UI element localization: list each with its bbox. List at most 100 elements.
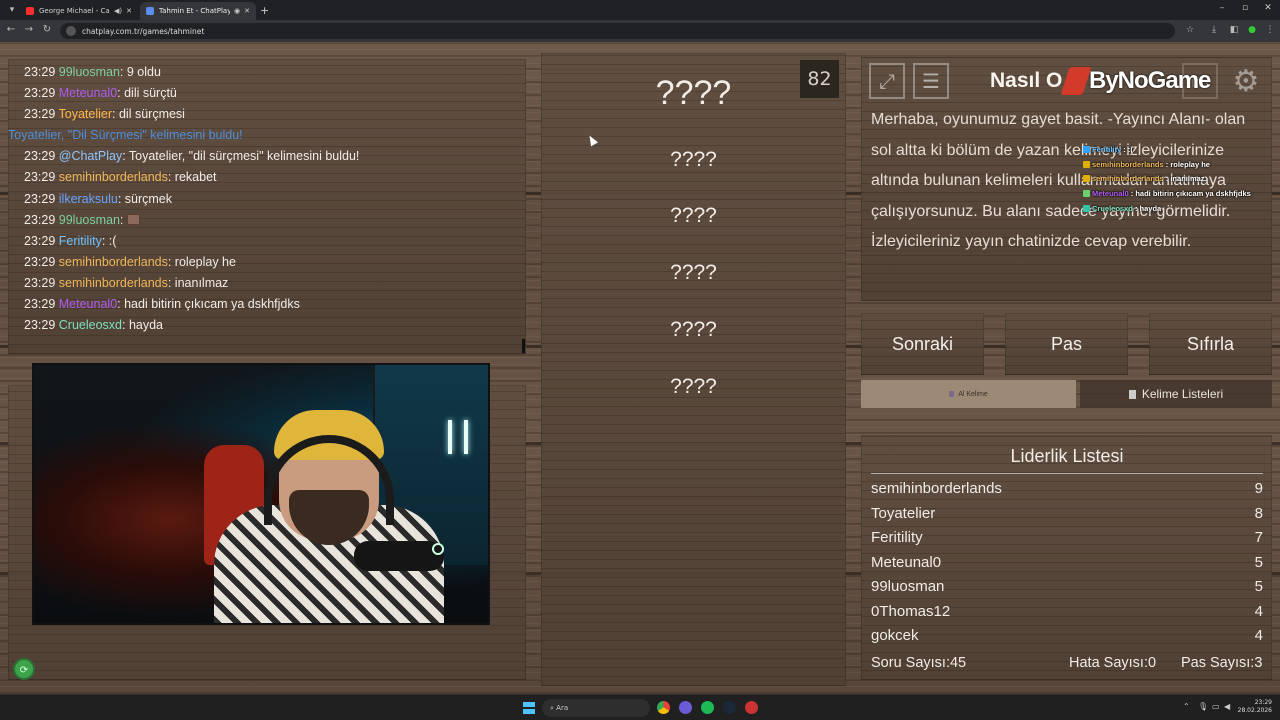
player-score: 7 xyxy=(1254,529,1263,546)
reload-icon[interactable]: ↻ xyxy=(40,24,54,35)
stream-chat-overlay: Feritility : :( semihinborderlands : role… xyxy=(1083,143,1278,216)
forbidden-word: ???? xyxy=(670,204,717,227)
chat-username[interactable]: Meteunal0 xyxy=(59,297,117,311)
chat-username[interactable]: semihinborderlands xyxy=(59,170,168,184)
tray-chevron-icon[interactable]: ⌃ xyxy=(1183,702,1190,711)
chat-text: : roleplay he xyxy=(167,254,236,269)
target-word: ???? xyxy=(655,74,732,112)
taskbar-search[interactable]: ⌕ Ara xyxy=(542,699,650,717)
chat-username[interactable]: semihinborderlands xyxy=(59,276,168,290)
leaderboard-row: Meteunal0 5 xyxy=(871,551,1263,576)
address-bar[interactable]: chatplay.com.tr/games/tahminet xyxy=(60,23,1175,39)
overlay-text: : :( xyxy=(1121,145,1133,154)
maximize-icon[interactable]: ▫ xyxy=(1235,3,1255,13)
more-menu-icon[interactable]: ⋮ xyxy=(1264,25,1276,35)
tab-search-menu-icon[interactable]: ▾ xyxy=(4,3,20,17)
chat-username[interactable]: Meteunal0 xyxy=(59,86,117,100)
bynogame-logo: ByNoGame xyxy=(1060,65,1211,97)
document-icon[interactable]: ☰ xyxy=(913,63,949,99)
leaderboard-row: semihinborderlands 9 xyxy=(871,477,1263,502)
chat-username[interactable]: Feritility xyxy=(59,234,102,248)
chat-badge-icon xyxy=(1083,190,1090,198)
minimize-icon[interactable]: – xyxy=(1212,3,1232,13)
taskbar-clock[interactable]: 23:29 28.02.2026 xyxy=(1236,699,1272,715)
errors-count: Hata Sayısı:0 xyxy=(1069,655,1157,671)
pass-button[interactable]: Pas xyxy=(1005,313,1128,375)
mic-icon[interactable]: 🎙 xyxy=(1198,702,1208,711)
player-name: 0Thomas12 xyxy=(871,602,951,620)
forward-icon[interactable]: → xyxy=(22,24,36,35)
volume-icon[interactable]: ◀ xyxy=(1224,702,1230,711)
overlay-username: Feritility xyxy=(1092,145,1122,154)
chrome-icon[interactable] xyxy=(657,701,670,714)
chat-message: 23:29 Toyatelier: dil sürçmesi xyxy=(24,104,526,125)
chat-time: 23:29 xyxy=(24,86,56,101)
forbidden-word: ???? xyxy=(670,261,717,284)
chat-scrollbar[interactable] xyxy=(522,339,525,353)
chat-lines: 23:29 99luosman: 9 oldu 23:29 Meteunal0: … xyxy=(8,62,526,336)
chat-message: 23:29 @ChatPlay: Toyatelier, "dil sürçme… xyxy=(24,146,526,167)
leaderboard-row: Feritility 7 xyxy=(871,526,1263,551)
forbidden-word: ???? xyxy=(670,375,717,398)
chat-username[interactable]: 99luosman xyxy=(59,65,120,79)
back-icon[interactable]: ← xyxy=(4,24,18,35)
chat-username[interactable]: @ChatPlay xyxy=(59,149,122,163)
profile-icon[interactable]: ● xyxy=(1246,25,1258,35)
bookmark-star-icon[interactable]: ☆ xyxy=(1184,25,1196,35)
download-icon[interactable]: ⤓ xyxy=(1208,25,1220,35)
status-badge-icon[interactable]: ⟳ xyxy=(13,658,35,680)
player-score: 4 xyxy=(1254,602,1263,620)
clock-date: 28.02.2026 xyxy=(1237,707,1272,714)
spotify-icon[interactable] xyxy=(701,701,714,714)
site-info-icon[interactable] xyxy=(66,26,76,36)
get-word-button[interactable]: Al Kelime xyxy=(861,380,1076,408)
gear-icon[interactable]: ⚙ xyxy=(1228,64,1264,100)
steam-icon[interactable] xyxy=(723,701,736,714)
chatplay-favicon-icon xyxy=(146,7,154,15)
overlay-text: : hayda xyxy=(1132,203,1162,213)
leaderboard-row: 99luosman 5 xyxy=(871,575,1263,600)
overlay-chat-message: Crueleosxd : hayda xyxy=(1083,202,1278,217)
audio-icon[interactable]: ◀) xyxy=(114,7,122,15)
tab-chatplay[interactable]: Tahmin Et - ChatPlay ◉ ✕ xyxy=(140,2,256,20)
chat-text: : :( xyxy=(101,233,117,248)
forbidden-word: ???? xyxy=(670,318,717,341)
chat-username[interactable]: Crueleosxd xyxy=(59,318,122,332)
browser-toolbar: ← → ↻ chatplay.com.tr/games/tahminet ☆ ⤓… xyxy=(0,20,1280,42)
overlay-chat-message: semihinborderlands : inanılmaz xyxy=(1083,172,1278,187)
emote-icon xyxy=(126,213,140,225)
chat-time: 23:29 xyxy=(24,170,56,185)
chat-time: 23:29 xyxy=(24,149,56,164)
start-menu-icon[interactable] xyxy=(523,702,535,714)
chat-username[interactable]: ilkeraksulu xyxy=(59,192,118,206)
leaderboard-row: Toyatelier 8 xyxy=(871,502,1263,527)
bynogame-logo-text: ByNoGame xyxy=(1089,67,1211,94)
overlay-text: : inanılmaz xyxy=(1163,174,1205,184)
chat-message: 23:29 Feritility: :( xyxy=(24,231,526,252)
app-icon[interactable] xyxy=(679,701,692,714)
chat-panel[interactable]: 23:29 99luosman: 9 oldu 23:29 Meteunal0: … xyxy=(8,59,526,354)
chat-username[interactable]: 99luosman xyxy=(59,213,120,227)
chat-badge-icon xyxy=(1083,146,1090,153)
chat-username[interactable]: Toyatelier xyxy=(59,107,113,121)
network-icon[interactable]: ▭ xyxy=(1212,702,1220,711)
extensions-icon[interactable]: ◧ xyxy=(1228,25,1240,35)
close-tab-icon[interactable]: ✕ xyxy=(126,7,132,15)
reset-button[interactable]: Sıfırla xyxy=(1149,313,1272,375)
word-lists-button[interactable]: Kelime Listeleri xyxy=(1080,380,1272,408)
chat-message: 23:29 Meteunal0: dili sürçtü xyxy=(24,83,526,104)
close-window-icon[interactable]: ✕ xyxy=(1258,3,1278,13)
obs-icon[interactable] xyxy=(745,701,758,714)
chat-time: 23:29 xyxy=(24,275,56,290)
close-tab-icon[interactable]: ✕ xyxy=(244,7,250,15)
new-tab-icon[interactable]: + xyxy=(260,4,269,17)
overlay-text: : roleplay he xyxy=(1163,159,1210,169)
chat-username[interactable]: semihinborderlands xyxy=(59,255,168,269)
youtube-favicon-icon xyxy=(26,7,34,15)
player-score: 4 xyxy=(1254,627,1263,644)
fullscreen-icon[interactable]: ⤢ xyxy=(869,63,905,99)
chat-badge-icon xyxy=(1083,160,1090,168)
tab-youtube[interactable]: George Michael - Careless ◀) ✕ xyxy=(20,2,138,20)
next-button[interactable]: Sonraki xyxy=(861,313,984,375)
overlay-chat-message: semihinborderlands : roleplay he xyxy=(1083,158,1278,173)
